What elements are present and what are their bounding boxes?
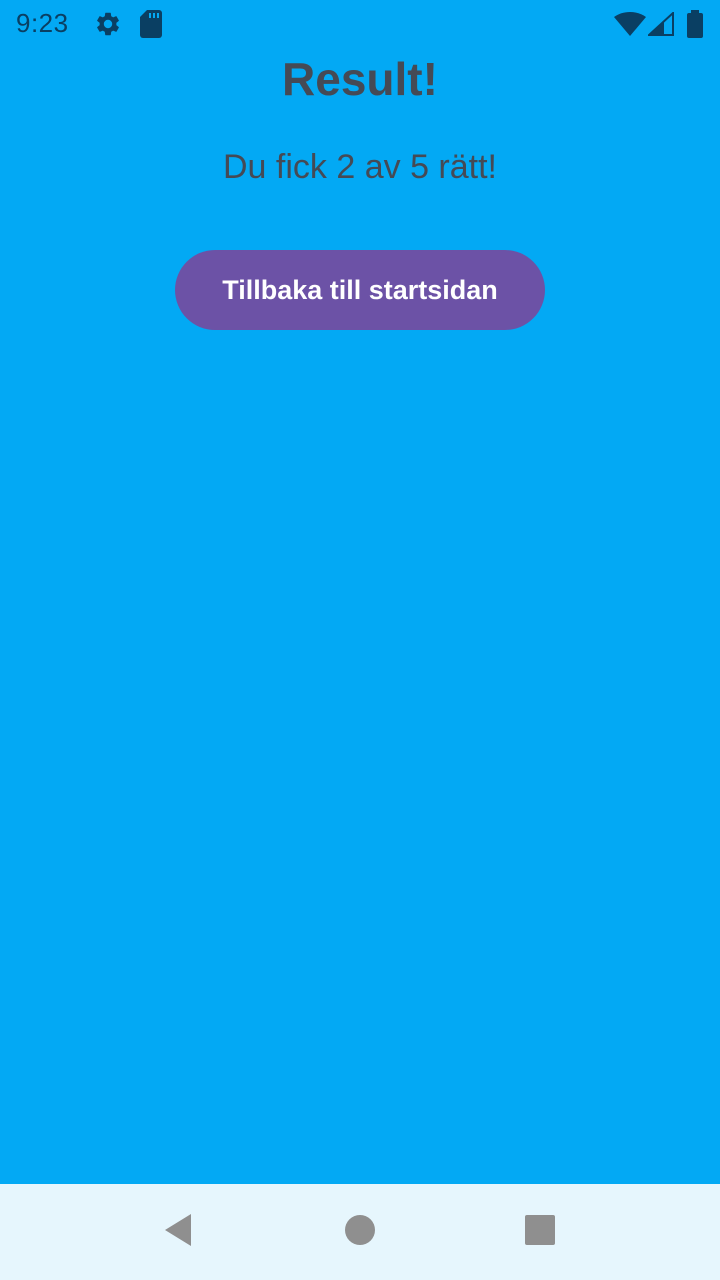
- status-time: 9:23: [16, 8, 69, 38]
- back-icon: [163, 1213, 193, 1252]
- score-text: Du fick 2 av 5 rätt!: [223, 148, 497, 186]
- navigation-bar: [0, 1184, 720, 1280]
- back-to-start-button[interactable]: Tillbaka till startsidan: [175, 250, 545, 330]
- wifi-icon: [614, 12, 646, 41]
- back-to-start-button-label: Tillbaka till startsidan: [222, 274, 498, 305]
- nav-back-button[interactable]: [130, 1184, 226, 1280]
- nav-home-button[interactable]: [312, 1184, 408, 1280]
- status-bar: 9:23: [0, 0, 720, 48]
- sd-card-icon: [140, 10, 162, 43]
- nav-recents-button[interactable]: [492, 1184, 588, 1280]
- recents-icon: [525, 1214, 555, 1250]
- app-screen: 9:23 Result! Du fick 2 av 5 rätt! Tillba…: [0, 0, 720, 1280]
- gear-icon: [94, 10, 122, 43]
- battery-icon: [686, 10, 704, 43]
- signal-icon: [646, 10, 674, 41]
- home-icon: [344, 1214, 376, 1251]
- page-title: Result!: [282, 53, 438, 105]
